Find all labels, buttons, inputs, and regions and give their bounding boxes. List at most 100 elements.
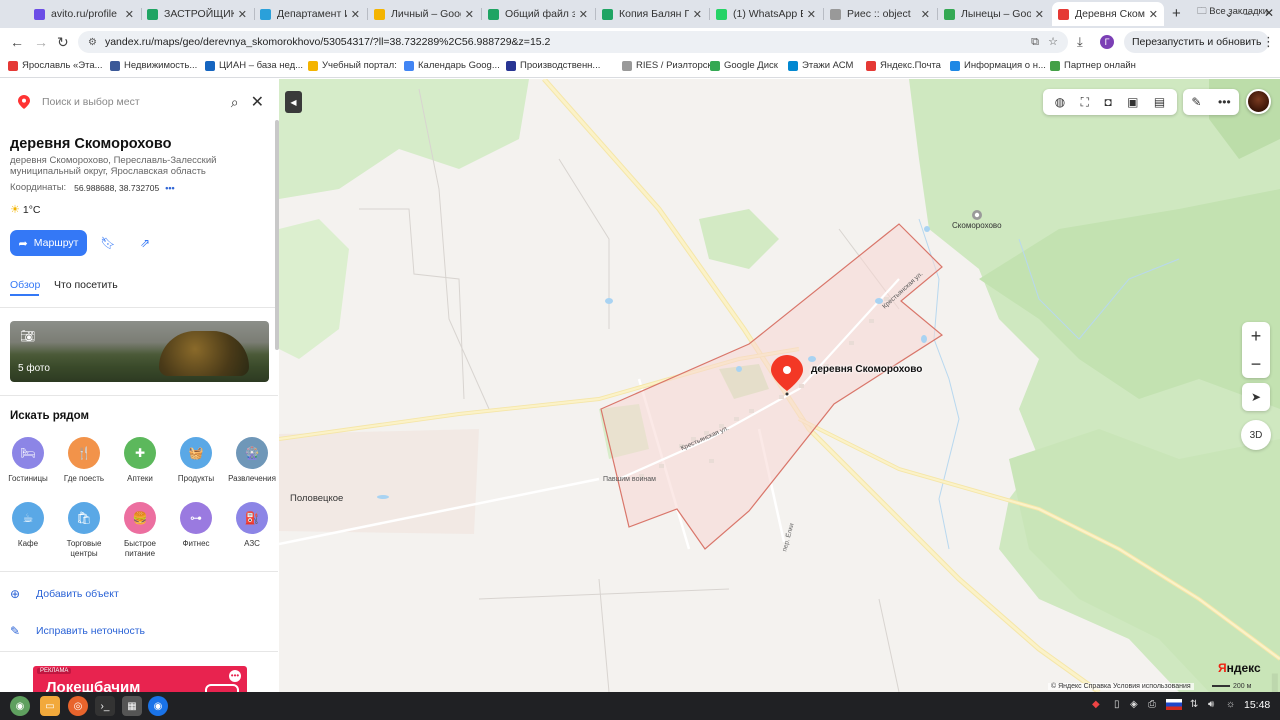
browser-tab[interactable]: Личный – Google ✕ xyxy=(368,2,480,26)
bookmark-item[interactable]: Календарь Goog... xyxy=(404,60,500,71)
bookmark-item[interactable]: Google Диск xyxy=(710,60,778,71)
bookmark-star-icon[interactable]: ☆ xyxy=(1048,36,1058,48)
start-menu-icon[interactable]: ◉ xyxy=(10,696,30,716)
bookmark-item[interactable]: Информация о н... xyxy=(950,60,1046,71)
tab-close-icon[interactable]: ✕ xyxy=(1149,8,1158,21)
map-label-memorial[interactable]: Павшим воинам xyxy=(603,476,656,483)
tab-close-icon[interactable]: ✕ xyxy=(238,8,247,21)
terminal-icon[interactable]: ›_ xyxy=(95,696,115,716)
antivirus-tray-icon[interactable]: ◆ xyxy=(1092,699,1100,710)
layers-icon[interactable]: ◍ xyxy=(1055,95,1065,109)
browser-tab[interactable]: Копия Балян Г. ✕ xyxy=(596,2,708,26)
bookmark-item[interactable]: Яндекс.Почта xyxy=(866,60,941,71)
map-copyright[interactable]: © Яндекс Справка Условия использования xyxy=(1048,683,1194,690)
printer-tray-icon[interactable]: ⎙ xyxy=(1148,699,1156,710)
user-avatar[interactable] xyxy=(1246,89,1271,114)
all-bookmarks-folder[interactable]: 🗀 Все закладки xyxy=(1197,4,1268,20)
browser-menu-icon[interactable]: ⋮ xyxy=(1262,34,1275,50)
nearby-category[interactable]: ⊶ Фитнес xyxy=(168,502,224,549)
photo-gallery[interactable]: 📷︎ 5 фото xyxy=(10,321,269,382)
nearby-category[interactable]: 🛏 Гостиницы xyxy=(0,437,56,484)
share-button[interactable]: ⇗ xyxy=(132,230,158,256)
bookmark-item[interactable]: Учебный портал: xyxy=(308,60,397,71)
tab-close-icon[interactable]: ✕ xyxy=(465,8,474,21)
more-icon[interactable]: ••• xyxy=(1218,95,1231,109)
browser-tab[interactable]: Лынецы – Goog ✕ xyxy=(938,2,1050,26)
clipboard-tray-icon[interactable]: ▯ xyxy=(1114,699,1120,710)
bookmark-item[interactable]: ЦИАН – база нед... xyxy=(205,60,303,71)
tab-close-icon[interactable]: ✕ xyxy=(579,8,588,21)
tab-what-to-visit[interactable]: Что посетить xyxy=(54,279,118,291)
search-input[interactable]: Поиск и выбор мест xyxy=(42,96,231,108)
tab-close-icon[interactable]: ✕ xyxy=(125,8,134,21)
add-object-link[interactable]: ⊕ Добавить объект xyxy=(10,587,119,601)
map-label-polovetskoe[interactable]: Половецкое xyxy=(290,493,343,504)
browser-tab[interactable]: avito.ru/profile ✕ xyxy=(28,2,140,26)
browser-tab[interactable]: Департамент Ин ✕ xyxy=(254,2,366,26)
ruler-icon[interactable]: ✎ xyxy=(1191,95,1201,109)
url-omnibox[interactable]: ⚙ yandex.ru/maps/geo/derevnya_skomorokho… xyxy=(78,31,1068,53)
map-canvas[interactable]: Скоморохово Половецкое Павшим воинам Кре… xyxy=(279,79,1280,692)
chrome-icon[interactable]: ◉ xyxy=(148,696,168,716)
locate-me-button[interactable]: ➤ xyxy=(1242,383,1270,411)
nearby-category[interactable]: 🍔 Быстрое питание xyxy=(112,502,168,558)
nearby-category[interactable]: ☕ Кафе xyxy=(0,502,56,549)
tab-close-icon[interactable]: ✕ xyxy=(351,8,360,21)
placemark-label[interactable]: деревня Скоморохово xyxy=(811,364,922,375)
3d-button[interactable]: 3D xyxy=(1241,420,1271,450)
photo-layer-icon[interactable]: ◘ xyxy=(1104,95,1111,109)
bookmark-item[interactable]: Недвижимость... xyxy=(110,60,197,71)
download-icon[interactable]: ⤓ xyxy=(1077,34,1083,50)
ad-more-icon[interactable]: ••• xyxy=(229,670,241,682)
site-info-icon[interactable]: ⚙ xyxy=(88,37,97,48)
traffic-icon[interactable]: ▤ xyxy=(1154,95,1165,109)
browser-tab[interactable]: ЗАСТРОЙЩИКИ ✕ xyxy=(141,2,253,26)
reload-icon[interactable]: ↻ xyxy=(57,34,69,51)
search-icon[interactable]: ⌕ xyxy=(231,94,239,111)
browser-tab[interactable]: Общий файл за ✕ xyxy=(482,2,594,26)
fix-error-link[interactable]: ✎ Исправить неточность xyxy=(10,624,145,638)
tab-close-icon[interactable]: ✕ xyxy=(921,8,930,21)
ad-banner[interactable]: РЕКЛАМА Локешбачим ••• xyxy=(33,666,247,692)
tab-overview[interactable]: Обзор xyxy=(10,279,40,291)
collapse-panel-button[interactable]: ◀ xyxy=(285,91,302,113)
back-icon[interactable]: ← xyxy=(10,34,24,50)
tab-close-icon[interactable]: ✕ xyxy=(1035,8,1044,21)
forward-icon[interactable]: → xyxy=(34,34,48,50)
map-label-skomorokhovo[interactable]: Скоморохово xyxy=(952,221,1002,230)
panorama-icon[interactable]: ⛶ xyxy=(1081,95,1089,110)
tab-close-icon[interactable]: ✕ xyxy=(807,8,816,21)
bookmark-item[interactable]: Этажи АСМ xyxy=(788,60,853,71)
profile-avatar[interactable]: Г xyxy=(1100,35,1114,49)
bookmark-item[interactable]: Производственн... xyxy=(506,60,600,71)
zoom-out-button[interactable]: − xyxy=(1242,350,1270,378)
coordinates-value[interactable]: 56.988688, 38.732705 xyxy=(74,183,159,193)
coordinates-more-button[interactable]: ••• xyxy=(165,183,174,193)
bookmark-item[interactable]: Ярославль «Эта... xyxy=(8,60,103,71)
bookmark-item[interactable]: RIES / Риэлторск... xyxy=(622,60,720,71)
transport-icon[interactable]: ▣ xyxy=(1127,95,1138,109)
nearby-category[interactable]: 🛍 Торговые центры xyxy=(56,502,112,558)
browser-tab[interactable]: Риес :: object ✕ xyxy=(824,2,936,26)
nearby-category[interactable]: 🍴 Где поесть xyxy=(56,437,112,484)
url-text[interactable]: yandex.ru/maps/geo/derevnya_skomorokhovo… xyxy=(105,36,550,48)
route-button[interactable]: ➦ Маршрут xyxy=(10,230,87,256)
bookmark-item[interactable]: Партнер онлайн xyxy=(1050,60,1136,71)
files-icon[interactable]: ▭ xyxy=(40,696,60,716)
bookmark-button[interactable]: 🔖︎ xyxy=(95,230,121,256)
shield-tray-icon[interactable]: ◈ xyxy=(1130,699,1138,710)
firefox-icon[interactable]: ◎ xyxy=(68,696,88,716)
relaunch-update-button[interactable]: Перезапустить и обновить xyxy=(1124,31,1270,53)
browser-tab[interactable]: (1) WhatsApp Bu ✕ xyxy=(710,2,822,26)
cast-icon[interactable]: ⧉ xyxy=(1031,36,1039,48)
nearby-category[interactable]: 🧺 Продукты xyxy=(168,437,224,484)
language-flag-icon[interactable] xyxy=(1166,699,1182,710)
nearby-category[interactable]: ⛽ АЗС xyxy=(224,502,278,549)
nearby-category[interactable]: ✚ Аптеки xyxy=(112,437,168,484)
new-tab-button[interactable]: + xyxy=(1172,5,1181,22)
brightness-icon[interactable]: ☼ xyxy=(1226,699,1235,710)
browser-tab[interactable]: Деревня Скомо ✕ xyxy=(1052,2,1164,26)
volume-icon[interactable]: 🔊︎ xyxy=(1208,699,1214,710)
search-box[interactable]: Поиск и выбор мест ⌕ ✕ xyxy=(10,89,268,115)
calculator-icon[interactable]: ▦ xyxy=(122,696,142,716)
